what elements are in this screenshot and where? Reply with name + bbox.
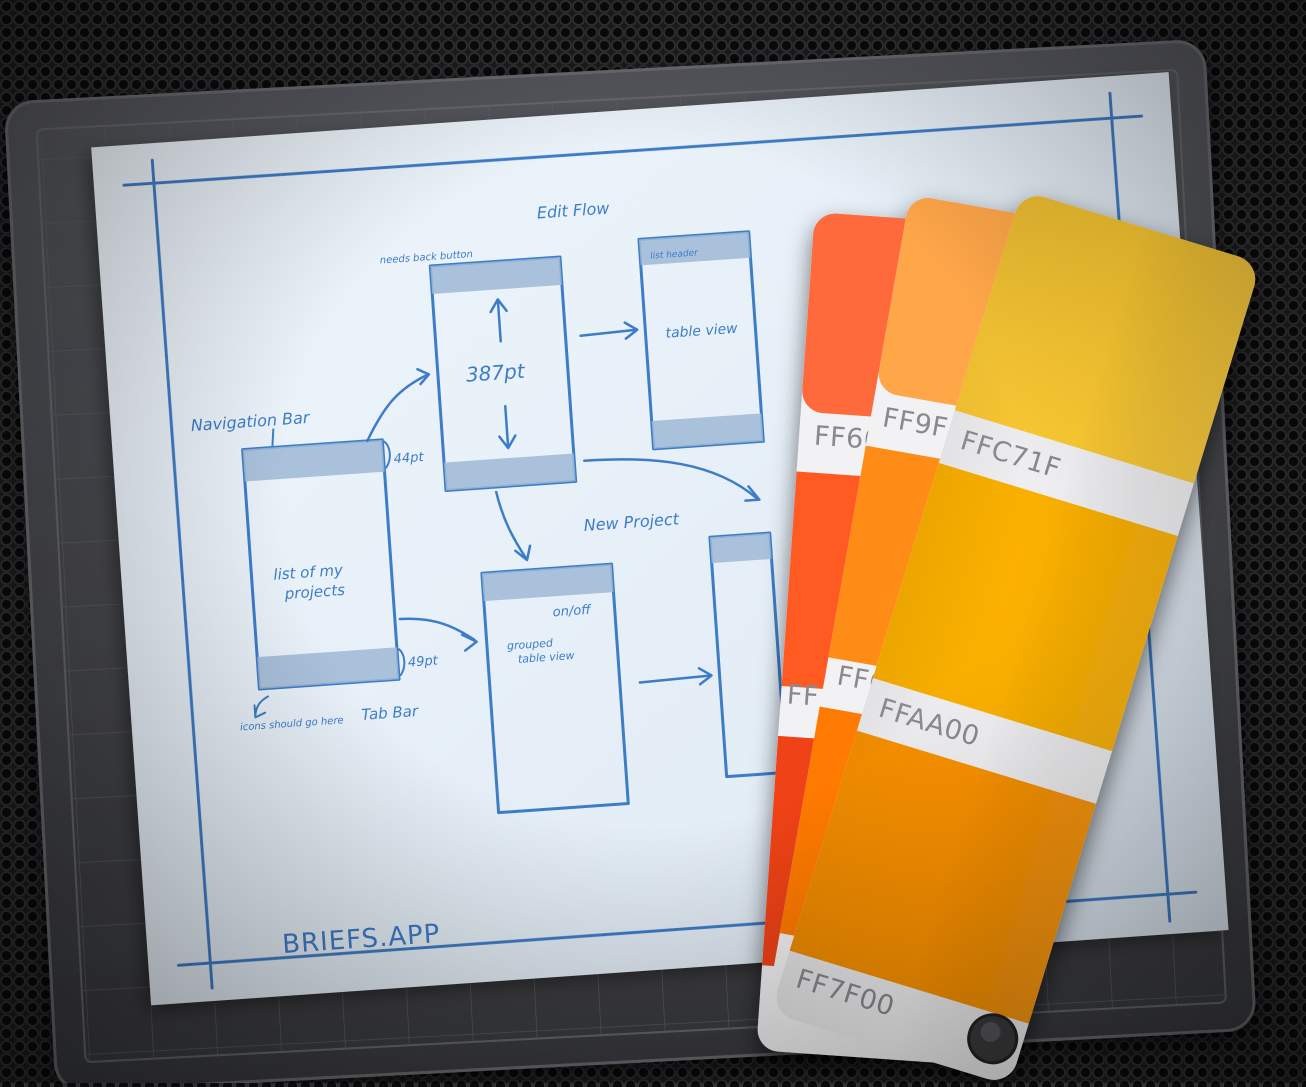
- on-off-label: on/off: [552, 603, 592, 621]
- artwork-canvas: Edit Flow needs back button list header …: [5, 40, 1256, 1087]
- tab-height-label: 49pt: [407, 653, 439, 670]
- swatch-red-code-2: FF: [786, 679, 820, 712]
- nav-height-label: 44pt: [393, 450, 425, 467]
- height-label: 387pt: [465, 359, 526, 387]
- app-icon-artwork: Edit Flow needs back button list header …: [0, 0, 1306, 1087]
